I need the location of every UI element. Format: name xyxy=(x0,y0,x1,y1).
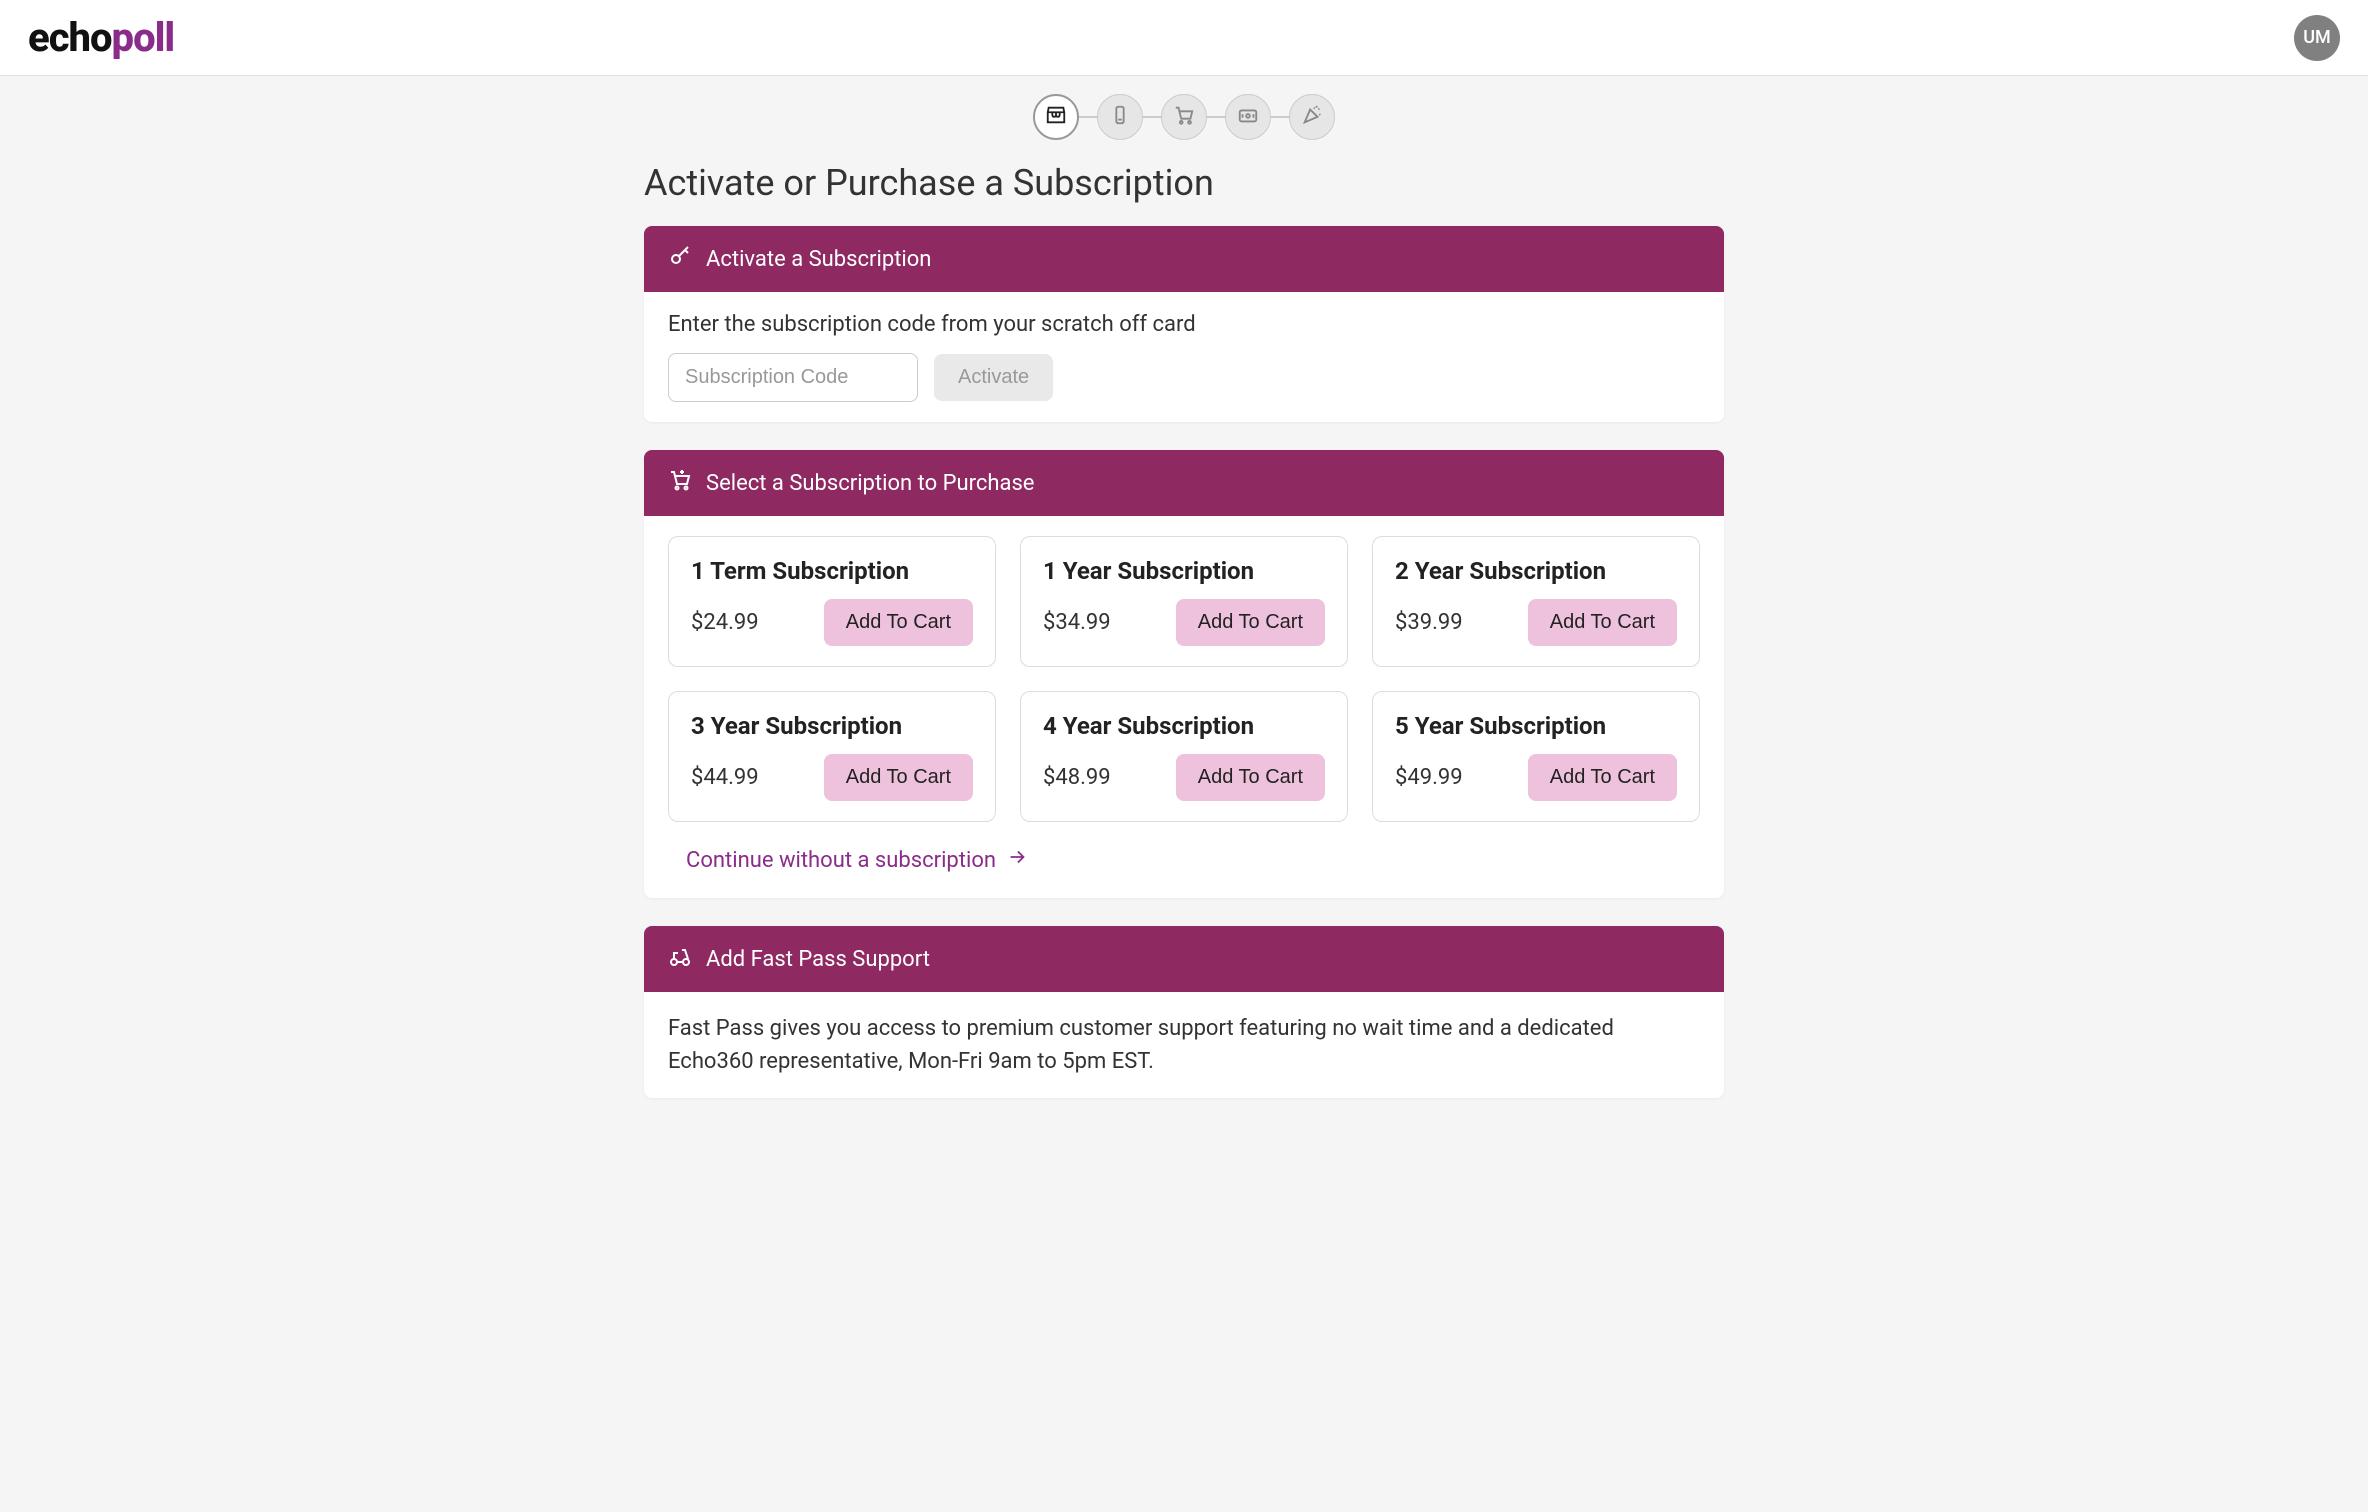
continue-without-subscription-link[interactable]: Continue without a subscription xyxy=(686,846,1028,874)
plan-price: $24.99 xyxy=(691,610,759,635)
plan-price: $49.99 xyxy=(1395,765,1463,790)
select-header-label: Select a Subscription to Purchase xyxy=(706,471,1034,496)
plan-price: $44.99 xyxy=(691,765,759,790)
step-cart xyxy=(1161,94,1207,140)
select-panel-body: 1 Term Subscription $24.99 Add To Cart 1… xyxy=(644,516,1724,898)
main-container: Activate or Purchase a Subscription Acti… xyxy=(634,76,1734,1166)
step-payment xyxy=(1225,94,1271,140)
logo-echo: echo xyxy=(28,14,112,61)
plan-row: $34.99 Add To Cart xyxy=(1043,599,1325,646)
step-connector xyxy=(1143,116,1161,118)
scooter-icon xyxy=(668,944,692,974)
code-row: Activate xyxy=(668,353,1700,402)
step-complete xyxy=(1289,94,1335,140)
activate-button[interactable]: Activate xyxy=(934,354,1053,401)
plan-row: $44.99 Add To Cart xyxy=(691,754,973,801)
select-panel-header: Select a Subscription to Purchase xyxy=(644,450,1724,516)
plan-cards-grid: 1 Term Subscription $24.99 Add To Cart 1… xyxy=(668,536,1700,822)
step-connector xyxy=(1207,116,1225,118)
plan-card: 3 Year Subscription $44.99 Add To Cart xyxy=(668,691,996,822)
plan-card: 5 Year Subscription $49.99 Add To Cart xyxy=(1372,691,1700,822)
select-panel: Select a Subscription to Purchase 1 Term… xyxy=(644,450,1724,898)
plan-row: $49.99 Add To Cart xyxy=(1395,754,1677,801)
plan-title: 3 Year Subscription xyxy=(691,712,973,740)
plan-title: 1 Term Subscription xyxy=(691,557,973,585)
fastpass-panel-body: Fast Pass gives you access to premium cu… xyxy=(644,992,1724,1098)
activate-panel-body: Enter the subscription code from your sc… xyxy=(644,292,1724,422)
fastpass-header-label: Add Fast Pass Support xyxy=(706,947,930,972)
device-icon xyxy=(1109,104,1131,131)
plan-row: $48.99 Add To Cart xyxy=(1043,754,1325,801)
activate-panel: Activate a Subscription Enter the subscr… xyxy=(644,226,1724,422)
activate-panel-header: Activate a Subscription xyxy=(644,226,1724,292)
payment-icon xyxy=(1237,104,1259,131)
key-icon xyxy=(668,244,692,274)
add-to-cart-button[interactable]: Add To Cart xyxy=(1528,754,1677,801)
plan-price: $39.99 xyxy=(1395,610,1463,635)
add-to-cart-button[interactable]: Add To Cart xyxy=(1528,599,1677,646)
plan-price: $48.99 xyxy=(1043,765,1111,790)
confetti-icon xyxy=(1301,104,1323,131)
add-to-cart-button[interactable]: Add To Cart xyxy=(1176,754,1325,801)
page-title: Activate or Purchase a Subscription xyxy=(644,162,1724,204)
step-store[interactable] xyxy=(1033,94,1079,140)
step-connector xyxy=(1271,116,1289,118)
plan-row: $24.99 Add To Cart xyxy=(691,599,973,646)
continue-link-label: Continue without a subscription xyxy=(686,848,996,873)
brand-logo[interactable]: echopoll xyxy=(28,14,174,61)
plan-title: 2 Year Subscription xyxy=(1395,557,1677,585)
activate-instruction: Enter the subscription code from your sc… xyxy=(668,312,1700,337)
arrow-right-icon xyxy=(1006,846,1028,874)
cart-add-icon xyxy=(668,468,692,498)
store-icon xyxy=(1045,104,1067,131)
user-avatar[interactable]: UM xyxy=(2294,15,2340,61)
plan-price: $34.99 xyxy=(1043,610,1111,635)
plan-card: 2 Year Subscription $39.99 Add To Cart xyxy=(1372,536,1700,667)
plan-card: 1 Term Subscription $24.99 Add To Cart xyxy=(668,536,996,667)
step-device xyxy=(1097,94,1143,140)
add-to-cart-button[interactable]: Add To Cart xyxy=(1176,599,1325,646)
plan-card: 4 Year Subscription $48.99 Add To Cart xyxy=(1020,691,1348,822)
plan-title: 5 Year Subscription xyxy=(1395,712,1677,740)
activate-header-label: Activate a Subscription xyxy=(706,247,931,272)
add-to-cart-button[interactable]: Add To Cart xyxy=(824,599,973,646)
logo-poll: poll xyxy=(112,14,175,61)
add-to-cart-button[interactable]: Add To Cart xyxy=(824,754,973,801)
cart-icon xyxy=(1173,104,1195,131)
fastpass-panel-header: Add Fast Pass Support xyxy=(644,926,1724,992)
fastpass-panel: Add Fast Pass Support Fast Pass gives yo… xyxy=(644,926,1724,1098)
step-connector xyxy=(1079,116,1097,118)
fastpass-description: Fast Pass gives you access to premium cu… xyxy=(668,1012,1700,1078)
plan-row: $39.99 Add To Cart xyxy=(1395,599,1677,646)
plan-title: 1 Year Subscription xyxy=(1043,557,1325,585)
plan-card: 1 Year Subscription $34.99 Add To Cart xyxy=(1020,536,1348,667)
progress-stepper xyxy=(644,76,1724,148)
top-bar: echopoll UM xyxy=(0,0,2368,76)
subscription-code-input[interactable] xyxy=(668,353,918,402)
avatar-initials: UM xyxy=(2303,27,2331,48)
plan-title: 4 Year Subscription xyxy=(1043,712,1325,740)
